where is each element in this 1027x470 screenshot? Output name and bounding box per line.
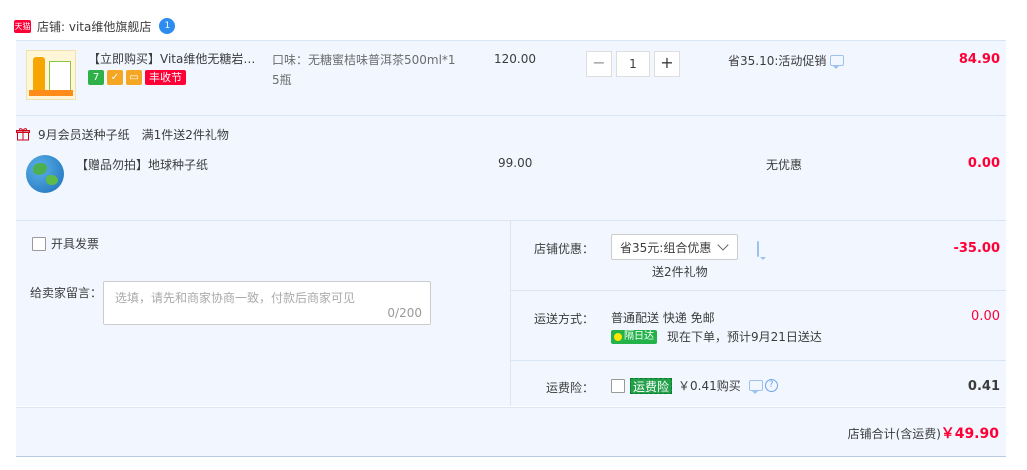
service-tags: 7 ✓ ▭ 丰收节 [88,70,186,85]
quantity-decrease-button[interactable]: − [586,51,612,77]
next-day-badge-text: 隔日达 [624,330,654,342]
seller-message-placeholder: 选填，请先和商家协商一致，付款后商家可见 [115,291,356,305]
invoice-option: 开具发票 [32,235,99,252]
gift-discount: 无优惠 [766,158,803,172]
store-discount-select[interactable]: 省35元:组合优惠 [611,234,738,260]
product-thumbnail[interactable] [26,50,76,100]
seven-day-return-icon[interactable]: 7 [88,70,104,85]
char-counter: 0/200 [387,306,422,320]
invoice-label[interactable]: 开具发票 [51,235,99,252]
unit-price: 120.00 [494,52,536,66]
shipping-eta-text: 现在下单，预计9月21日送达 [667,330,822,344]
insurance-info-icon[interactable] [748,380,763,394]
store-discount-selected: 省35元:组合优惠 [620,240,712,255]
next-day-badge: 隔日达 [611,329,657,344]
store-total-label: 店铺合计(含运费) [847,427,941,441]
guarantee-shield-icon[interactable]: ✓ [107,70,123,85]
insurance-amount: 0.41 [967,379,1000,394]
shipping-label: 运送方式： [533,312,594,326]
wangwang-chat-icon[interactable]: 1 [159,18,176,34]
seller-message-label: 给卖家留言： [30,286,103,300]
quantity-increase-button[interactable]: + [654,51,680,77]
insurance-tag: 运费险 [630,377,673,394]
discount-info-icon[interactable] [830,55,845,69]
gift-amount: 0.00 [967,156,1000,171]
store-discount-note: 送2件礼物 [652,265,708,279]
summary-divider [511,290,1006,291]
store-discount-info-icon[interactable] [757,241,759,257]
seller-message-input[interactable]: 选填，请先和商家协商一致，付款后商家可见 0/200 [103,281,431,325]
help-icon[interactable]: ? [764,379,778,392]
item-amount: 84.90 [958,52,1000,67]
insurance-option: 运费险 ￥0.41购买 ? [611,377,778,394]
gift-header-text: 9月会员送种子纸 满1件送2件礼物 [38,127,229,142]
quantity-input[interactable]: 1 [616,51,650,77]
gift-unit-price: 99.00 [498,156,533,170]
item-discount: 省35.10:活动促销 [728,52,845,69]
gift-title[interactable]: 【赠品勿拍】地球种子纸 [76,156,208,173]
insurance-label: 运费险： [545,381,594,395]
shipping-method: 普通配送 快递 免邮 [611,311,715,325]
credit-card-icon[interactable]: ▭ [126,70,142,85]
item-discount-text: 省35.10:活动促销 [728,54,827,68]
quantity-stepper: − 1 + [586,51,680,77]
shipping-eta: 隔日达 现在下单，预计9月21日送达 [611,328,822,345]
shipping-amount: 0.00 [971,309,1000,324]
gift-thumbnail[interactable] [26,155,64,193]
insurance-price: ￥0.41购买 [678,379,741,393]
insurance-checkbox[interactable] [611,378,625,393]
store-discount-label: 店铺优惠： [533,242,594,256]
invoice-checkbox[interactable] [32,236,46,251]
store-discount-amount: -35.00 [953,241,1000,256]
harvest-festival-badge[interactable]: 丰收节 [145,70,186,85]
store-total-value: ￥49.90 [940,426,999,442]
tmall-logo-icon: 天猫 [14,19,31,33]
gift-icon [16,128,30,141]
product-title-link[interactable]: 【立即购买】Vita维他无糖岩香... [88,50,263,67]
gift-header: 9月会员送种子纸 满1件送2件礼物 [16,122,229,146]
shop-header: 天猫 店铺: vita维他旗舰店 1 [14,16,176,36]
chevron-down-icon [717,239,729,251]
shop-name-link[interactable]: 店铺: vita维他旗舰店 [37,18,151,35]
sku-description: 口味：无糖蜜桔味普洱茶500ml*15瓶 [272,53,456,87]
summary-divider [511,360,1006,361]
panel-divider [510,220,511,406]
